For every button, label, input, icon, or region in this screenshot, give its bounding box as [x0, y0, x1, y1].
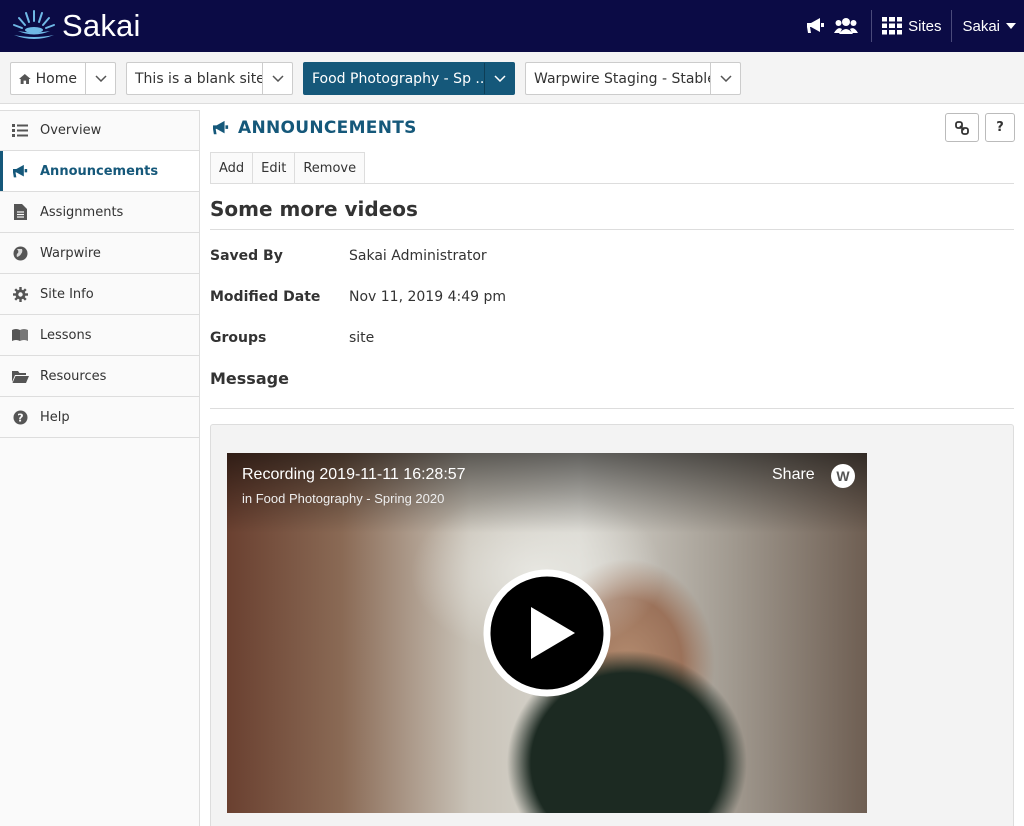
chevron-down-icon — [719, 75, 732, 82]
message-body: Recording 2019-11-11 16:28:57 in Food Ph… — [210, 424, 1014, 826]
video-subtitle[interactable]: in Food Photography - Spring 2020 — [242, 491, 444, 506]
meta-label: Groups — [210, 330, 267, 346]
site-navigation: Home This is a blank site Food Photograp… — [0, 52, 1024, 104]
site-tab-dropdown[interactable] — [85, 63, 115, 94]
tool-item-lessons[interactable]: Lessons — [0, 315, 199, 356]
video-title[interactable]: Recording 2019-11-11 16:28:57 — [242, 466, 466, 484]
tool-item-label: Lessons — [40, 327, 92, 343]
action-bar: Add Edit Remove — [210, 152, 1014, 184]
svg-text:?: ? — [17, 411, 23, 424]
chevron-down-icon — [94, 75, 107, 82]
sakai-logo[interactable]: Sakai — [10, 8, 141, 44]
site-tab-dropdown[interactable] — [484, 63, 514, 94]
site-tab-blank-site[interactable]: This is a blank site — [126, 62, 293, 95]
megaphone-icon — [0, 164, 40, 179]
site-tab-food-photography[interactable]: Food Photography - Sp ... — [303, 62, 515, 95]
message-label: Message — [210, 369, 289, 388]
meta-label: Saved By — [210, 248, 283, 264]
divider — [210, 229, 1014, 230]
warpwire-logo-icon[interactable]: W — [831, 464, 855, 488]
tool-item-help[interactable]: ? Help — [0, 397, 199, 438]
tool-item-resources[interactable]: Resources — [0, 356, 199, 397]
tool-item-warpwire[interactable]: Warpwire — [0, 233, 199, 274]
book-icon — [0, 328, 40, 342]
link-icon — [955, 120, 969, 135]
meta-row-saved-by: Saved By Sakai Administrator — [210, 248, 1014, 264]
direct-link-button[interactable] — [945, 113, 979, 142]
divider — [210, 408, 1014, 409]
meta-label: Modified Date — [210, 289, 321, 305]
site-tab-dropdown[interactable] — [262, 63, 292, 94]
chevron-down-icon — [271, 75, 284, 82]
tool-item-label: Resources — [40, 368, 107, 384]
tool-title-text: ANNOUNCEMENTS — [238, 118, 417, 138]
sakai-logo-icon — [13, 10, 55, 39]
tool-item-label: Overview — [40, 123, 102, 138]
meta-row-groups: Groups site — [210, 330, 1014, 346]
document-icon — [0, 204, 40, 220]
user-label: Sakai — [962, 17, 1000, 35]
announcement-title: Some more videos — [210, 197, 418, 221]
share-button[interactable]: Share — [772, 466, 815, 484]
tool-item-label: Announcements — [40, 163, 159, 179]
site-tab-warpwire-staging[interactable]: Warpwire Staging - Stable — [525, 62, 741, 95]
tool-item-label: Help — [40, 409, 70, 425]
tool-item-site-info[interactable]: Site Info — [0, 274, 199, 315]
user-menu-button[interactable]: Sakai — [952, 18, 1024, 35]
help-label: ? — [996, 120, 1004, 135]
grid-icon — [882, 17, 903, 35]
gear-icon — [0, 286, 40, 302]
meta-value: Sakai Administrator — [349, 248, 487, 264]
meta-value: Nov 11, 2019 4:49 pm — [349, 289, 506, 305]
add-button[interactable]: Add — [210, 152, 254, 183]
meta-row-modified-date: Modified Date Nov 11, 2019 4:49 pm — [210, 289, 1014, 305]
announcements-megaphone-icon[interactable] — [803, 17, 829, 35]
site-tab-label: Food Photography - Sp ... — [312, 70, 484, 87]
folder-icon — [0, 370, 40, 383]
video-player[interactable]: Recording 2019-11-11 16:28:57 in Food Ph… — [227, 453, 867, 813]
meta-value: site — [349, 330, 375, 346]
logo-text: Sakai — [62, 8, 141, 43]
site-tab-dropdown[interactable] — [710, 63, 740, 94]
users-group-icon[interactable] — [829, 17, 863, 35]
site-tab-home[interactable]: Home — [10, 62, 116, 95]
caret-down-icon — [1006, 23, 1016, 29]
site-tab-label: Home — [35, 70, 77, 87]
sites-button[interactable]: Sites — [872, 17, 951, 35]
warpwire-logo-letter: W — [836, 468, 850, 484]
top-header: Sakai Sites Sakai — [0, 0, 1024, 52]
play-icon[interactable] — [483, 569, 611, 697]
globe-icon — [0, 246, 40, 261]
help-button[interactable]: ? — [985, 113, 1015, 142]
site-tab-label: Warpwire Staging - Stable — [534, 70, 710, 87]
question-icon: ? — [0, 410, 40, 425]
site-tab-label: This is a blank site — [135, 70, 262, 87]
tool-item-announcements[interactable]: Announcements — [0, 151, 199, 192]
tool-item-overview[interactable]: Overview — [0, 110, 199, 151]
list-icon — [0, 124, 40, 137]
sites-label: Sites — [908, 17, 942, 35]
tool-item-assignments[interactable]: Assignments — [0, 192, 199, 233]
home-icon — [19, 73, 31, 84]
edit-button[interactable]: Edit — [252, 152, 296, 183]
tool-title: ANNOUNCEMENTS — [212, 118, 417, 138]
chevron-down-icon — [493, 75, 506, 82]
tool-item-label: Assignments — [40, 204, 124, 220]
megaphone-icon — [213, 120, 229, 135]
tool-menu: Overview Announcements Assignments Warpw… — [0, 110, 200, 826]
tool-item-label: Warpwire — [40, 245, 101, 261]
tool-item-label: Site Info — [40, 286, 94, 302]
remove-button[interactable]: Remove — [294, 152, 366, 183]
